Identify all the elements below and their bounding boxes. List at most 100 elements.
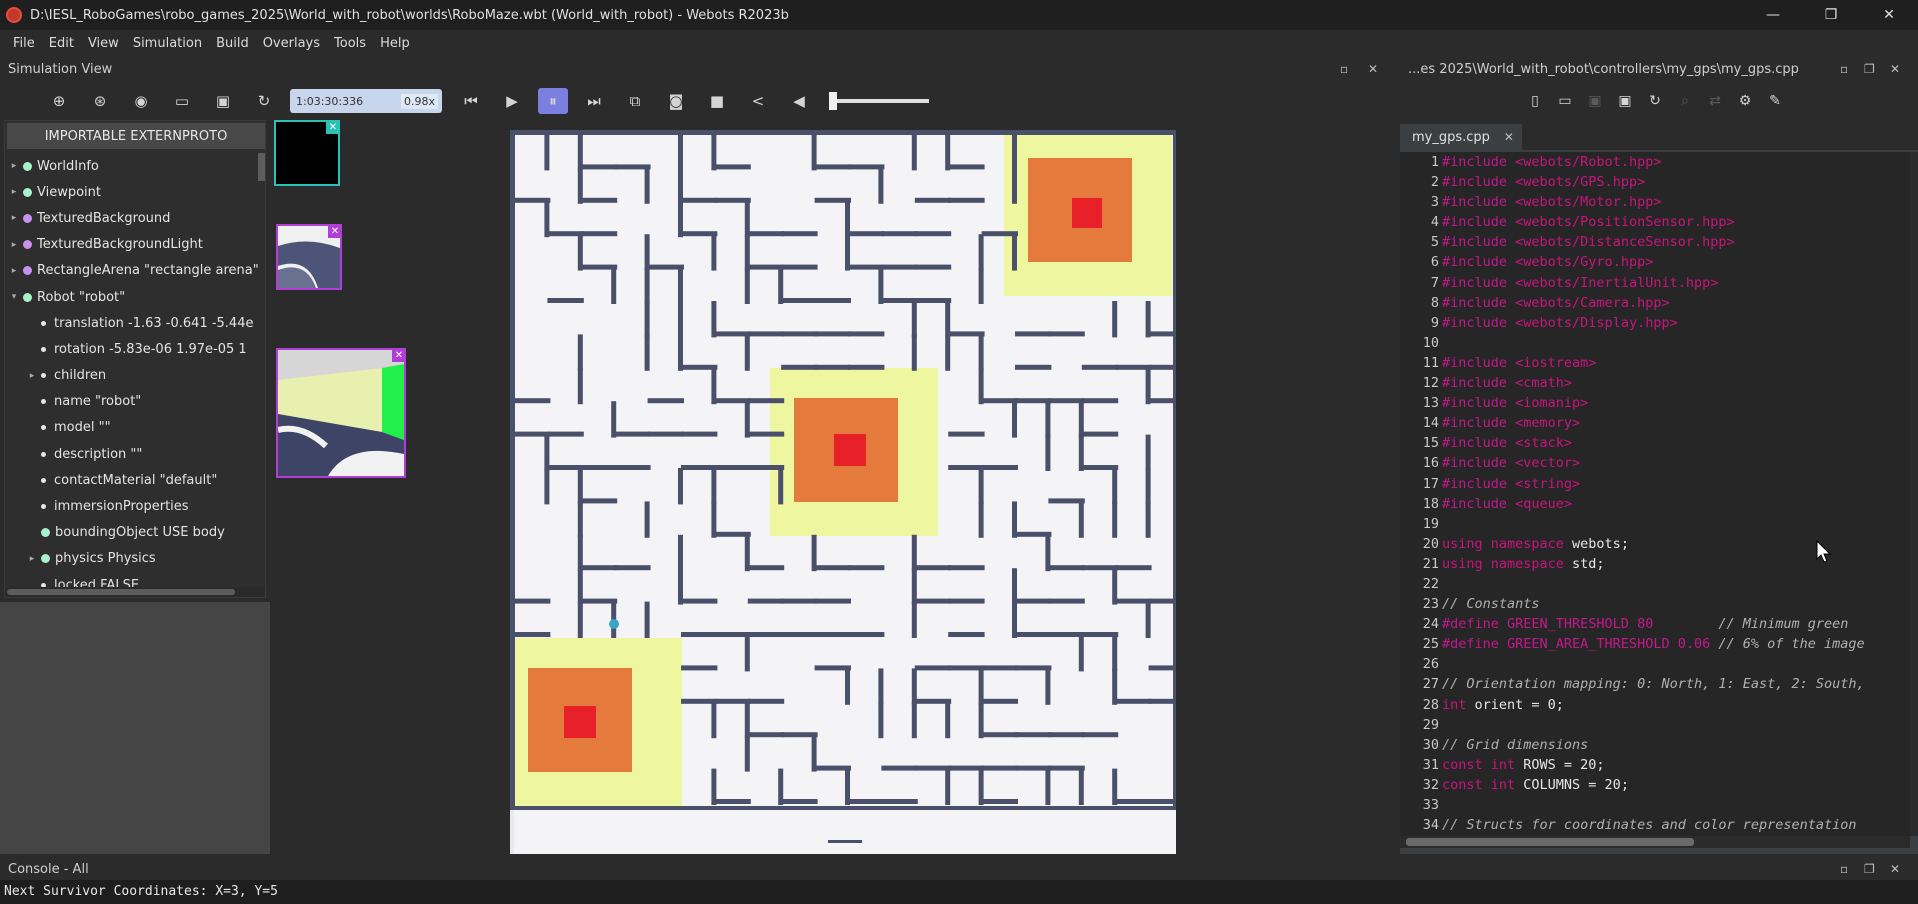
scene-tree-node[interactable]: name "robot" bbox=[5, 389, 265, 415]
menu-build[interactable]: Build bbox=[209, 36, 256, 51]
reset-icon[interactable]: ⏮ bbox=[456, 88, 486, 114]
menu-overlays[interactable]: Overlays bbox=[256, 36, 327, 51]
add-node-icon[interactable]: ⊕ bbox=[44, 88, 74, 114]
maze-wall bbox=[945, 701, 951, 739]
scene-tree-node[interactable]: ▸ TexturedBackground bbox=[5, 205, 265, 231]
code-token: #include bbox=[1442, 354, 1516, 371]
scene-tree-node[interactable]: rotation -5.83e-06 1.97e-05 1 bbox=[5, 336, 265, 362]
expand-arrow-icon[interactable]: ▸ bbox=[23, 554, 41, 564]
minimize-button[interactable]: — bbox=[1744, 0, 1802, 30]
volume-slider-knob[interactable] bbox=[829, 92, 837, 110]
camera-overlay-2[interactable]: ✕ bbox=[276, 224, 342, 290]
importable-externproto-button[interactable]: IMPORTABLE EXTERNPROTO bbox=[7, 123, 265, 149]
screenshot-icon[interactable]: ◙ bbox=[661, 88, 691, 114]
save-as-icon[interactable]: ▣ bbox=[1610, 88, 1640, 114]
node-dot-icon bbox=[41, 320, 46, 326]
scene-tree-node-label: translation -1.63 -0.641 -5.44e bbox=[54, 315, 254, 331]
revert-icon[interactable]: ↻ bbox=[1640, 88, 1670, 114]
step-icon[interactable]: ▶ bbox=[497, 88, 527, 114]
rendering-icon[interactable]: ⧉ bbox=[620, 88, 650, 114]
camera-overlay-3[interactable]: ✕ bbox=[276, 348, 406, 478]
scene-tree-hscroll-thumb[interactable] bbox=[7, 589, 235, 595]
console-float-icon[interactable]: ❐ bbox=[1864, 858, 1875, 880]
replace-icon[interactable]: ⇄ bbox=[1700, 88, 1730, 114]
editor-float-icon[interactable]: ❐ bbox=[1864, 58, 1875, 80]
scene-tree-node[interactable]: translation -1.63 -0.641 -5.44e bbox=[5, 310, 265, 336]
expand-arrow-icon[interactable]: ▸ bbox=[23, 371, 41, 381]
maximize-button[interactable]: ❐ bbox=[1802, 0, 1860, 30]
expand-arrow-icon[interactable]: ▸ bbox=[5, 266, 23, 276]
reload-icon[interactable]: ↻ bbox=[249, 88, 279, 114]
menu-simulation[interactable]: Simulation bbox=[126, 36, 209, 51]
tab-my-gps-cpp[interactable]: my_gps.cpp ✕ bbox=[1400, 124, 1522, 150]
close-button[interactable]: ✕ bbox=[1860, 0, 1918, 30]
editor-close-icon[interactable]: ✕ bbox=[1890, 58, 1900, 80]
share-icon[interactable]: < bbox=[743, 88, 773, 114]
expand-arrow-icon[interactable]: ▾ bbox=[5, 292, 23, 302]
open-file-icon[interactable]: ▭ bbox=[1550, 88, 1580, 114]
overlay-close-icon[interactable]: ✕ bbox=[328, 224, 342, 238]
scene-tree-node[interactable]: ▸ children bbox=[5, 363, 265, 389]
sim-panel-close-icon[interactable]: ✕ bbox=[1368, 58, 1378, 80]
field-editor-panel bbox=[0, 602, 270, 854]
code-token: COLUMNS = 20; bbox=[1523, 776, 1629, 793]
scene-tree-node[interactable]: description "" bbox=[5, 441, 265, 467]
fast-forward-icon[interactable]: ⏭ bbox=[579, 88, 609, 114]
expand-arrow-icon[interactable]: ▸ bbox=[5, 240, 23, 250]
scene-tree: IMPORTABLE EXTERNPROTO ▸ WorldInfo ▸ Viewpo… bbox=[4, 120, 266, 598]
code-hscroll-thumb[interactable] bbox=[1406, 838, 1694, 846]
save-file-icon[interactable]: ▣ bbox=[1580, 88, 1610, 114]
scene-tree-node[interactable]: immersionProperties bbox=[5, 493, 265, 519]
scene-tree-node[interactable]: ▸ TexturedBackgroundLight bbox=[5, 232, 265, 258]
scene-tree-node[interactable]: ▸ RectangleArena "rectangle arena" bbox=[5, 258, 265, 284]
menu-edit[interactable]: Edit bbox=[42, 36, 81, 51]
scene-tree-hscroll[interactable] bbox=[5, 587, 265, 597]
clean-icon[interactable]: ✎ bbox=[1760, 88, 1790, 114]
expand-arrow-icon[interactable]: ▸ bbox=[5, 213, 23, 223]
eye-icon[interactable]: ◉ bbox=[126, 88, 156, 114]
menu-view[interactable]: View bbox=[81, 36, 126, 51]
menu-help[interactable]: Help bbox=[373, 36, 417, 51]
scene-tree-node[interactable]: ▸ physics Physics bbox=[5, 546, 265, 572]
scene-tree-node[interactable]: ▾ Robot "robot" bbox=[5, 284, 265, 310]
scene-tree-node[interactable]: boundingObject USE body bbox=[5, 520, 265, 546]
overlay-close-icon[interactable]: ✕ bbox=[392, 350, 404, 362]
maze-wall bbox=[948, 431, 985, 437]
code-vscroll[interactable] bbox=[1910, 152, 1918, 836]
pause-button[interactable]: ⏸ bbox=[538, 88, 568, 114]
volume-slider[interactable] bbox=[829, 92, 929, 110]
scene-tree-node[interactable]: ▸ WorldInfo bbox=[5, 153, 265, 179]
code-hscroll[interactable] bbox=[1400, 836, 1910, 848]
code-line: 8 #include <webots/Camera.hpp> bbox=[1400, 293, 1910, 313]
scene-tree-node[interactable]: model "" bbox=[5, 415, 265, 441]
code-line: 30// Grid dimensions bbox=[1400, 735, 1910, 755]
new-file-icon[interactable]: ▯ bbox=[1520, 88, 1550, 114]
maze-wall bbox=[945, 334, 951, 371]
code-area[interactable]: 1 #include <webots/Robot.hpp> 2 #include <w… bbox=[1400, 152, 1910, 836]
line-number: 17 bbox=[1422, 475, 1439, 492]
overlay-close-icon[interactable]: ✕ bbox=[326, 120, 340, 134]
menu-tools[interactable]: Tools bbox=[327, 36, 373, 51]
editor-minimize-icon[interactable]: ▫ bbox=[1840, 58, 1848, 80]
viewpoint-icon[interactable]: ⊛ bbox=[85, 88, 115, 114]
save-icon[interactable]: ▣ bbox=[208, 88, 238, 114]
maze-wall bbox=[1012, 401, 1017, 438]
open-folder-icon[interactable]: ▭ bbox=[167, 88, 197, 114]
tab-close-icon[interactable]: ✕ bbox=[1504, 130, 1514, 144]
scene-tree-node[interactable]: contactMaterial "default" bbox=[5, 467, 265, 493]
expand-arrow-icon[interactable]: ▸ bbox=[5, 161, 23, 171]
volume-icon[interactable]: ◀ bbox=[784, 88, 814, 114]
console-close-icon[interactable]: ✕ bbox=[1890, 858, 1900, 880]
sim-panel-float-icon[interactable]: ▫ bbox=[1340, 58, 1348, 80]
3d-viewport[interactable] bbox=[494, 122, 1176, 854]
code-line: 18 #include <queue> bbox=[1400, 494, 1910, 514]
record-movie-icon[interactable]: ■ bbox=[702, 88, 732, 114]
scene-tree-node[interactable]: ▸ Viewpoint bbox=[5, 179, 265, 205]
console-minimize-icon[interactable]: ▫ bbox=[1840, 858, 1848, 880]
camera-overlay-1[interactable]: ✕ bbox=[274, 120, 340, 186]
expand-arrow-icon[interactable]: ▸ bbox=[5, 187, 23, 197]
find-icon[interactable]: ⌕ bbox=[1670, 88, 1700, 114]
menu-file[interactable]: File bbox=[6, 36, 42, 51]
build-gear-icon[interactable]: ⚙ bbox=[1730, 88, 1760, 114]
scene-tree-vscroll[interactable] bbox=[258, 153, 265, 181]
